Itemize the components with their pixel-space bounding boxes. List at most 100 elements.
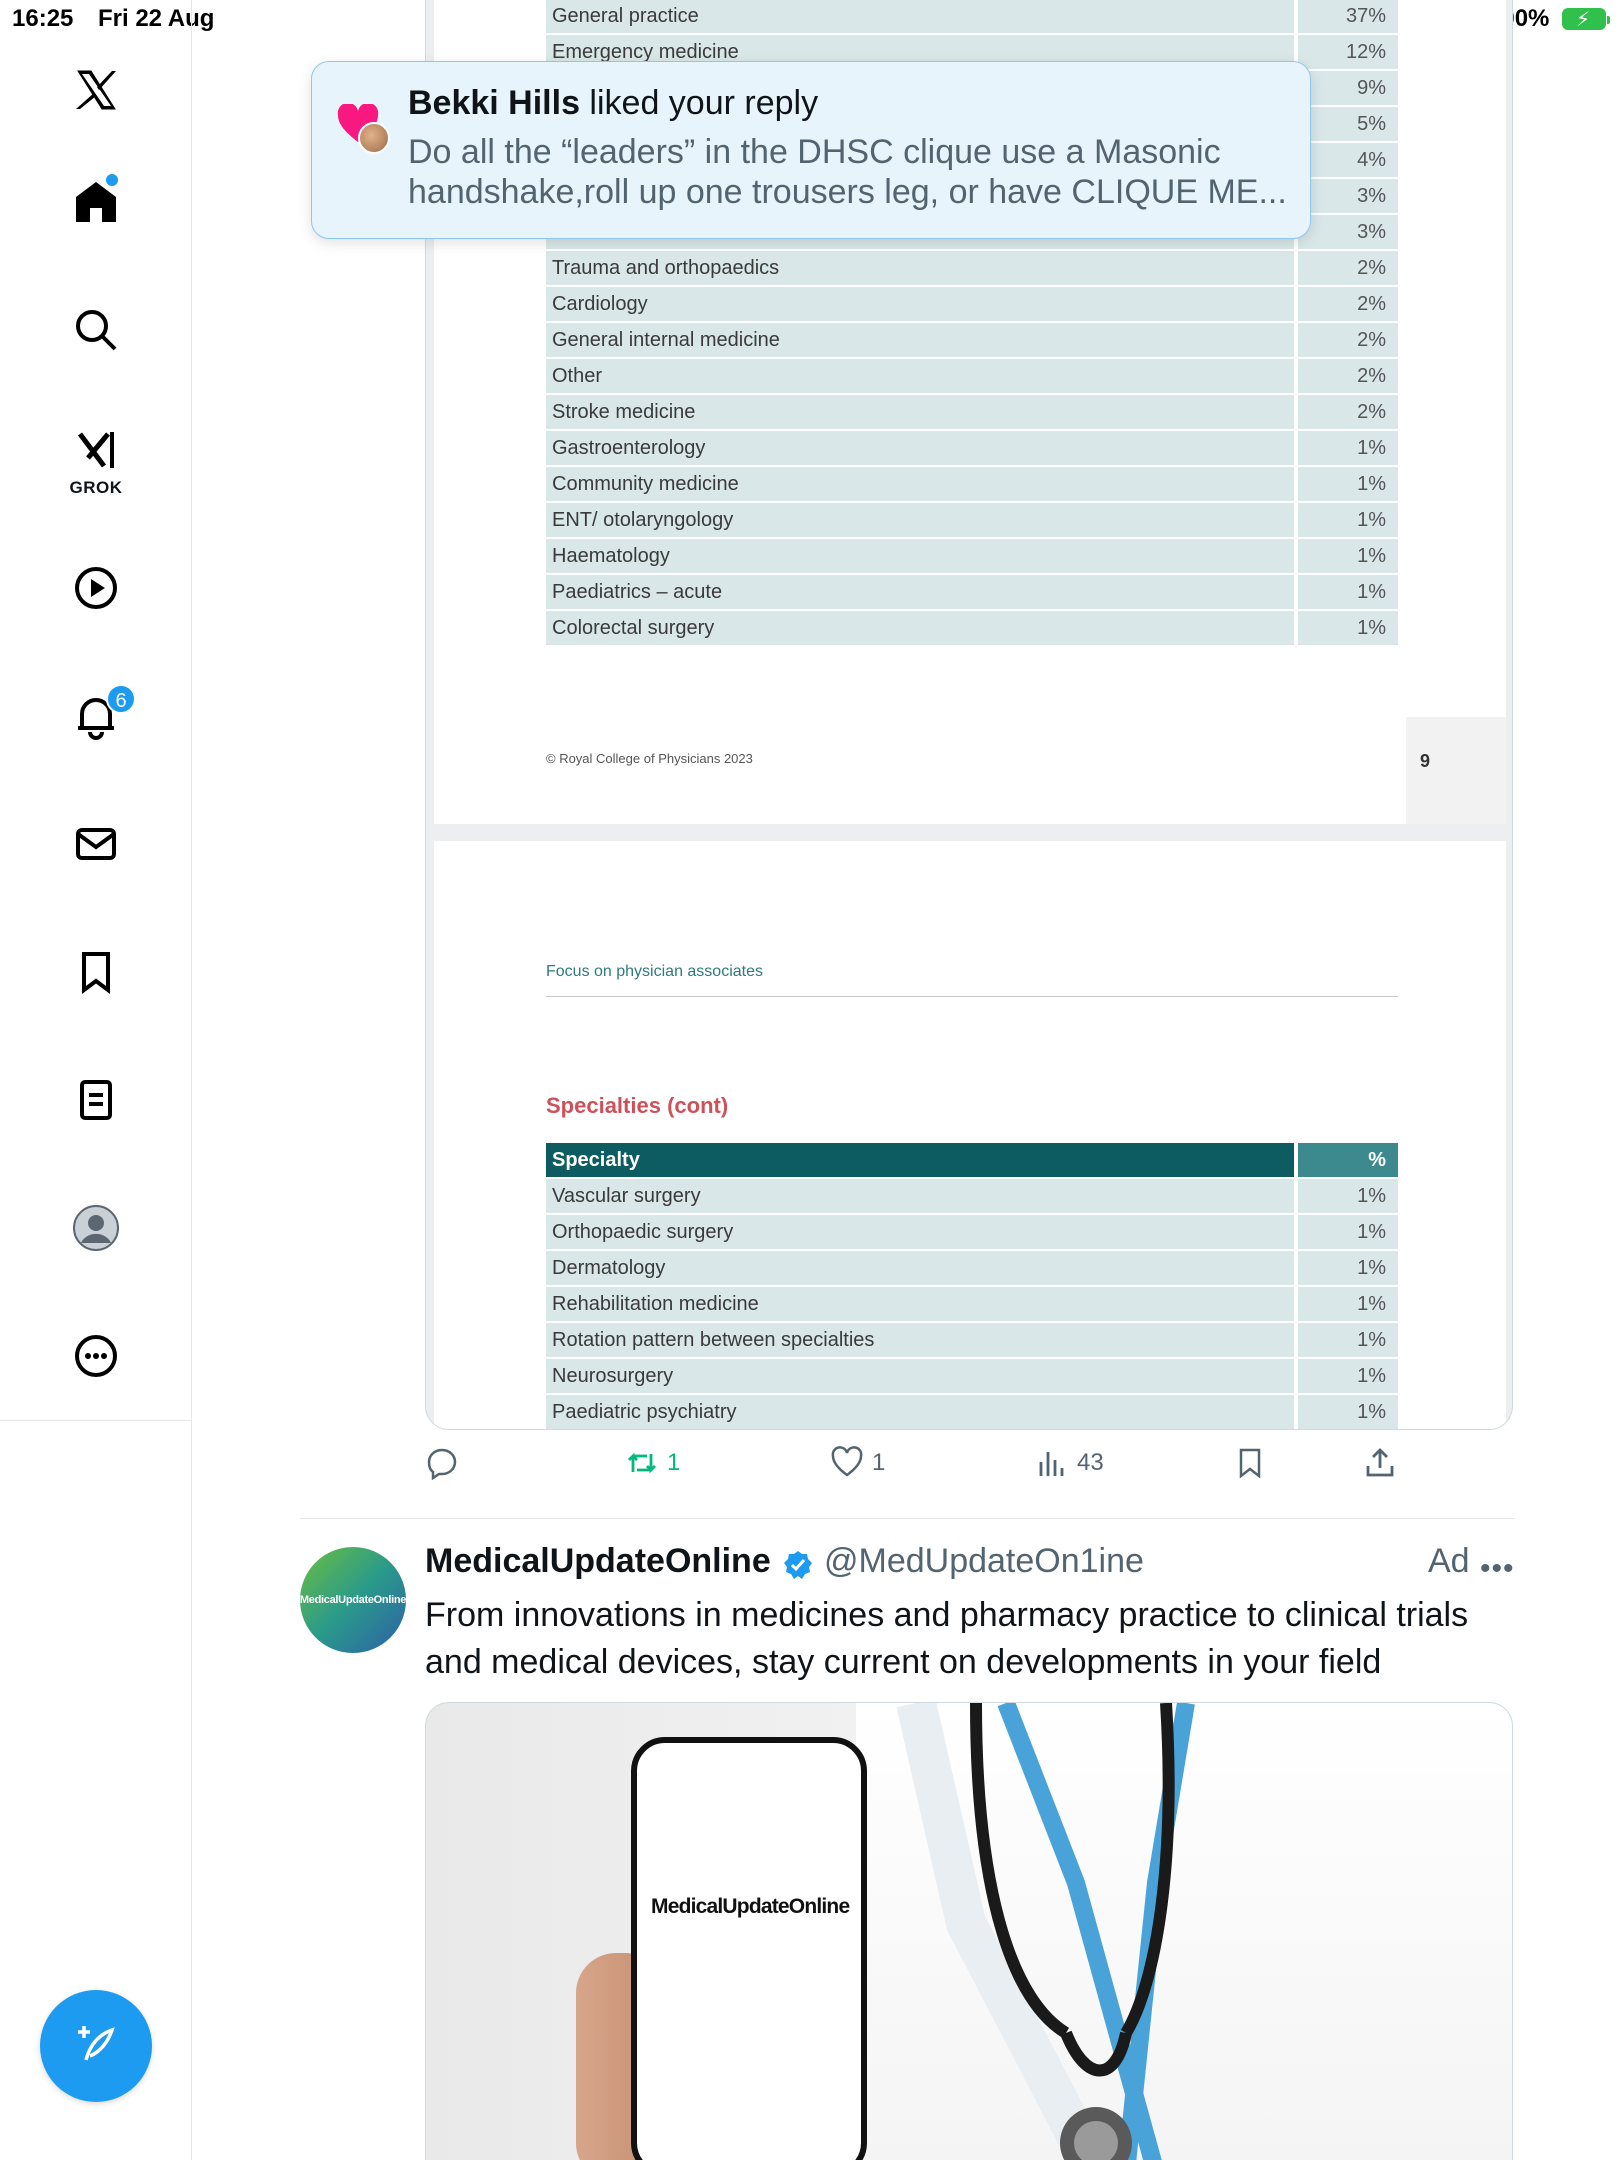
reply-icon	[427, 1448, 457, 1480]
phone-logo: MedicalUpdateOnline	[651, 1895, 850, 1918]
specialty-percent: 2%	[1298, 251, 1398, 285]
views-icon	[1039, 1452, 1064, 1476]
specialty-percent: 1%	[1298, 467, 1398, 501]
compose-button[interactable]	[40, 1990, 152, 2102]
specialty-name: Paediatrics – acute	[546, 575, 1294, 609]
specialty-name: Gastroenterology	[546, 431, 1294, 465]
x-logo-icon[interactable]	[66, 60, 126, 120]
table-row: Paediatrics – acute 1%	[546, 575, 1398, 611]
section-title: Focus on physician associates	[546, 963, 763, 980]
specialty-percent: 12%	[1298, 35, 1398, 69]
table-row: Cardiology 2%	[546, 287, 1398, 323]
table-row: General internal medicine 2%	[546, 323, 1398, 359]
table-row: Stroke medicine 2%	[546, 395, 1398, 431]
table-row: General practice 37%	[546, 0, 1398, 35]
table-row: Paediatric psychiatry 1%	[546, 1395, 1398, 1429]
home-unread-dot	[106, 174, 118, 186]
more-icon[interactable]	[66, 1326, 126, 1386]
specialty-name: Haematology	[546, 539, 1294, 573]
specialty-percent: 1%	[1298, 431, 1398, 465]
header-percent: %	[1298, 1143, 1398, 1177]
specialty-name: General practice	[546, 0, 1294, 33]
toast-action: liked your reply	[579, 84, 819, 122]
grok-icon[interactable]	[66, 420, 126, 480]
specialty-percent: 2%	[1298, 359, 1398, 393]
specialty-name: Paediatric psychiatry	[546, 1395, 1294, 1429]
liker-avatar	[358, 122, 390, 154]
table-row: Community medicine 1%	[546, 467, 1398, 503]
reply-button[interactable]	[425, 1446, 459, 1480]
specialty-percent: 2%	[1298, 287, 1398, 321]
specialty-percent: 4%	[1298, 143, 1398, 177]
table-title: Specialties (cont)	[546, 1093, 729, 1118]
share-button[interactable]	[1363, 1446, 1397, 1480]
more-options-icon[interactable]: •••	[1480, 1552, 1515, 1586]
table-row: Haematology 1%	[546, 539, 1398, 575]
list-icon[interactable]	[66, 1070, 126, 1130]
notification-toast[interactable]: Bekki Hills liked your reply Do all the …	[311, 61, 1311, 239]
stethoscope-icon	[896, 1703, 1195, 2160]
table-row: Orthopaedic surgery 1%	[546, 1215, 1398, 1251]
specialty-percent: 1%	[1298, 1215, 1398, 1249]
table-header-row: Specialty %	[546, 1143, 1398, 1179]
specialty-name: Colorectal surgery	[546, 611, 1294, 645]
specialty-name: Cardiology	[546, 287, 1294, 321]
like-icon	[831, 1446, 863, 1477]
sidebar-divider	[0, 1420, 192, 1421]
ad-label: Ad	[1428, 1542, 1470, 1580]
specialty-percent: 37%	[1298, 0, 1398, 33]
like-button[interactable]: 1	[830, 1446, 885, 1480]
mail-icon[interactable]	[66, 814, 126, 874]
bookmark-icon	[1239, 1448, 1261, 1479]
specialty-name: Vascular surgery	[546, 1179, 1294, 1213]
copyright-text: © Royal College of Physicians 2023	[546, 751, 753, 766]
specialty-percent: 1%	[1298, 611, 1398, 645]
table-row: Rehabilitation medicine 1%	[546, 1287, 1398, 1323]
specialty-percent: 1%	[1298, 539, 1398, 573]
ad-text: From innovations in medicines and pharma…	[425, 1596, 1469, 1681]
compose-icon	[78, 2026, 115, 2061]
ad-handle[interactable]: @MedUpdateOn1ine	[824, 1542, 1144, 1581]
grok-label: GROK	[69, 478, 123, 497]
ad-image[interactable]: MedicalUpdateOnline	[425, 1702, 1513, 2160]
page-number: 9	[1420, 751, 1431, 771]
video-icon[interactable]	[66, 558, 126, 618]
table-row: Dermatology 1%	[546, 1251, 1398, 1287]
header-specialty: Specialty	[546, 1143, 1294, 1177]
document-page-10: Focus on physician associates Specialtie…	[434, 841, 1506, 1429]
tweet-action-bar: 1 1 43	[425, 1446, 1513, 1490]
battery-charging-icon: ⚡	[1562, 8, 1610, 31]
specialty-percent: 1%	[1298, 1359, 1398, 1393]
specialty-percent: 2%	[1298, 395, 1398, 429]
section-rule	[546, 996, 1398, 997]
specialty-name: Other	[546, 359, 1294, 393]
specialty-percent: 1%	[1298, 1251, 1398, 1285]
specialty-percent: 9%	[1298, 71, 1398, 105]
specialty-percent: 1%	[1298, 503, 1398, 537]
specialty-name: Stroke medicine	[546, 395, 1294, 429]
bookmark-icon[interactable]	[66, 942, 126, 1002]
tweet-separator	[300, 1518, 1514, 1519]
ad-avatar[interactable]: MedicalUpdateOnline	[300, 1547, 406, 1653]
toast-title: Bekki Hills liked your reply	[408, 84, 818, 123]
profile-icon[interactable]	[66, 1198, 126, 1258]
specialty-name: Orthopaedic surgery	[546, 1215, 1294, 1249]
specialty-name: Rotation pattern between specialties	[546, 1323, 1294, 1357]
specialty-percent: 1%	[1298, 1395, 1398, 1429]
views-count: 43	[1077, 1449, 1104, 1476]
specialties-table-page2: Specialty % Vascular surgery 1% Orthopaedi…	[546, 1143, 1398, 1429]
page-number-tab: 9	[1406, 717, 1506, 824]
specialty-percent: 1%	[1298, 1323, 1398, 1357]
table-row: Other 2%	[546, 359, 1398, 395]
notification-badge: 6	[106, 684, 136, 714]
toast-message: Do all the “leaders” in the DHSC clique …	[408, 133, 1287, 211]
table-row: Neurosurgery 1%	[546, 1359, 1398, 1395]
search-icon[interactable]	[66, 300, 126, 360]
share-icon	[1366, 1448, 1394, 1477]
specialty-name: General internal medicine	[546, 323, 1294, 357]
bookmark-button[interactable]	[1233, 1446, 1267, 1480]
ad-display-name[interactable]: MedicalUpdateOnline	[425, 1542, 771, 1581]
retweet-button[interactable]: 1	[625, 1446, 680, 1480]
views-button[interactable]: 43	[1035, 1446, 1104, 1480]
table-row: ENT/ otolaryngology 1%	[546, 503, 1398, 539]
